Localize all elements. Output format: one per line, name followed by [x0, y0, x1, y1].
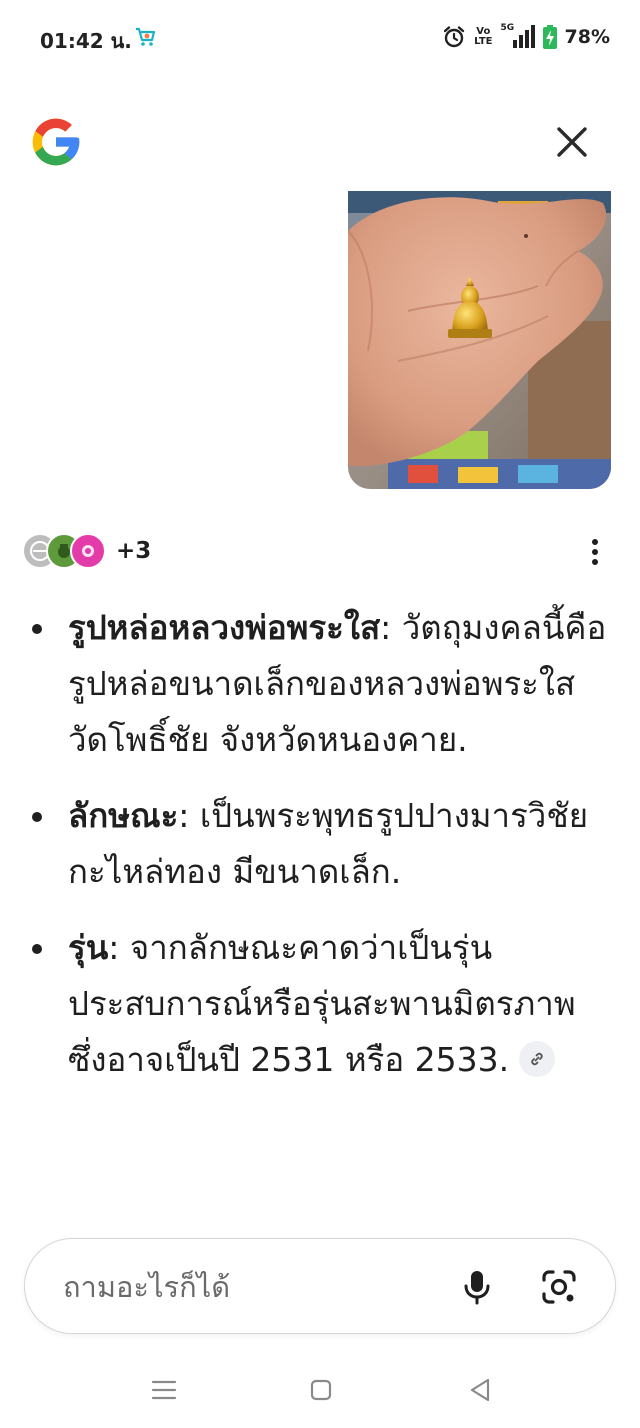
list-item: ลักษณะ: เป็นพระพุทธรูปปางมารวิชัย กะไหล่… — [30, 788, 610, 900]
bullet — [32, 624, 42, 634]
status-icons: Vo LTE 5G 78% — [442, 23, 610, 51]
status-time: 01:42 น. — [40, 29, 132, 53]
answer-term: รุ่น — [68, 928, 109, 967]
home-button[interactable] — [305, 1374, 337, 1406]
google-g-logo — [28, 114, 84, 170]
network-label: 5G — [500, 23, 515, 33]
recent-apps-icon — [151, 1380, 177, 1400]
home-icon — [310, 1379, 332, 1401]
battery-charging-icon — [542, 25, 557, 49]
recent-apps-button[interactable] — [148, 1374, 180, 1406]
status-bar: 01:42 น. Vo LTE 5G 78% — [0, 0, 640, 76]
link-icon — [531, 1052, 543, 1065]
source-avatar-3 — [70, 533, 106, 569]
ai-answer: รูปหล่อหลวงพ่อพระใส: วัตถุมงคลนี้คือรูปห… — [30, 600, 610, 1108]
volte-icon: Vo LTE — [474, 27, 492, 47]
battery-percent: 78% — [564, 26, 610, 48]
google-lens-button[interactable] — [537, 1265, 581, 1309]
signal-icon: 5G — [500, 23, 535, 49]
query-image[interactable] — [348, 191, 611, 489]
back-icon — [470, 1378, 490, 1402]
more-vert-icon — [592, 539, 598, 565]
sources-count: +3 — [116, 538, 152, 564]
list-item: รูปหล่อหลวงพ่อพระใส: วัตถุมงคลนี้คือรูปห… — [30, 600, 610, 768]
answer-term: ลักษณะ — [68, 796, 179, 835]
mic-icon — [464, 1271, 490, 1305]
answer-list: รูปหล่อหลวงพ่อพระใส: วัตถุมงคลนี้คือรูปห… — [30, 600, 610, 1088]
answer-term: รูปหล่อหลวงพ่อพระใส — [68, 608, 381, 647]
system-navigation-bar — [0, 1360, 640, 1420]
ask-input[interactable] — [63, 1265, 413, 1309]
sources-row[interactable]: +3 — [22, 531, 151, 571]
more-options-button[interactable] — [580, 536, 610, 568]
close-button[interactable] — [550, 120, 594, 164]
list-item: รุ่น: จากลักษณะคาดว่าเป็นรุ่นประสบการณ์ห… — [30, 920, 610, 1088]
volte-bottom-label: LTE — [474, 36, 493, 47]
bullet — [32, 944, 42, 954]
close-icon — [557, 127, 587, 157]
shopping-cart-icon — [134, 25, 156, 47]
voice-search-button[interactable] — [455, 1265, 499, 1309]
bullet — [32, 812, 42, 822]
alarm-icon — [442, 25, 466, 49]
google-lens-icon — [542, 1270, 576, 1304]
source-link-button[interactable] — [519, 1040, 556, 1077]
ask-bar — [24, 1238, 616, 1334]
answer-text: : จากลักษณะคาดว่าเป็นรุ่นประสบการณ์หรือร… — [68, 928, 576, 1079]
back-button[interactable] — [464, 1374, 496, 1406]
